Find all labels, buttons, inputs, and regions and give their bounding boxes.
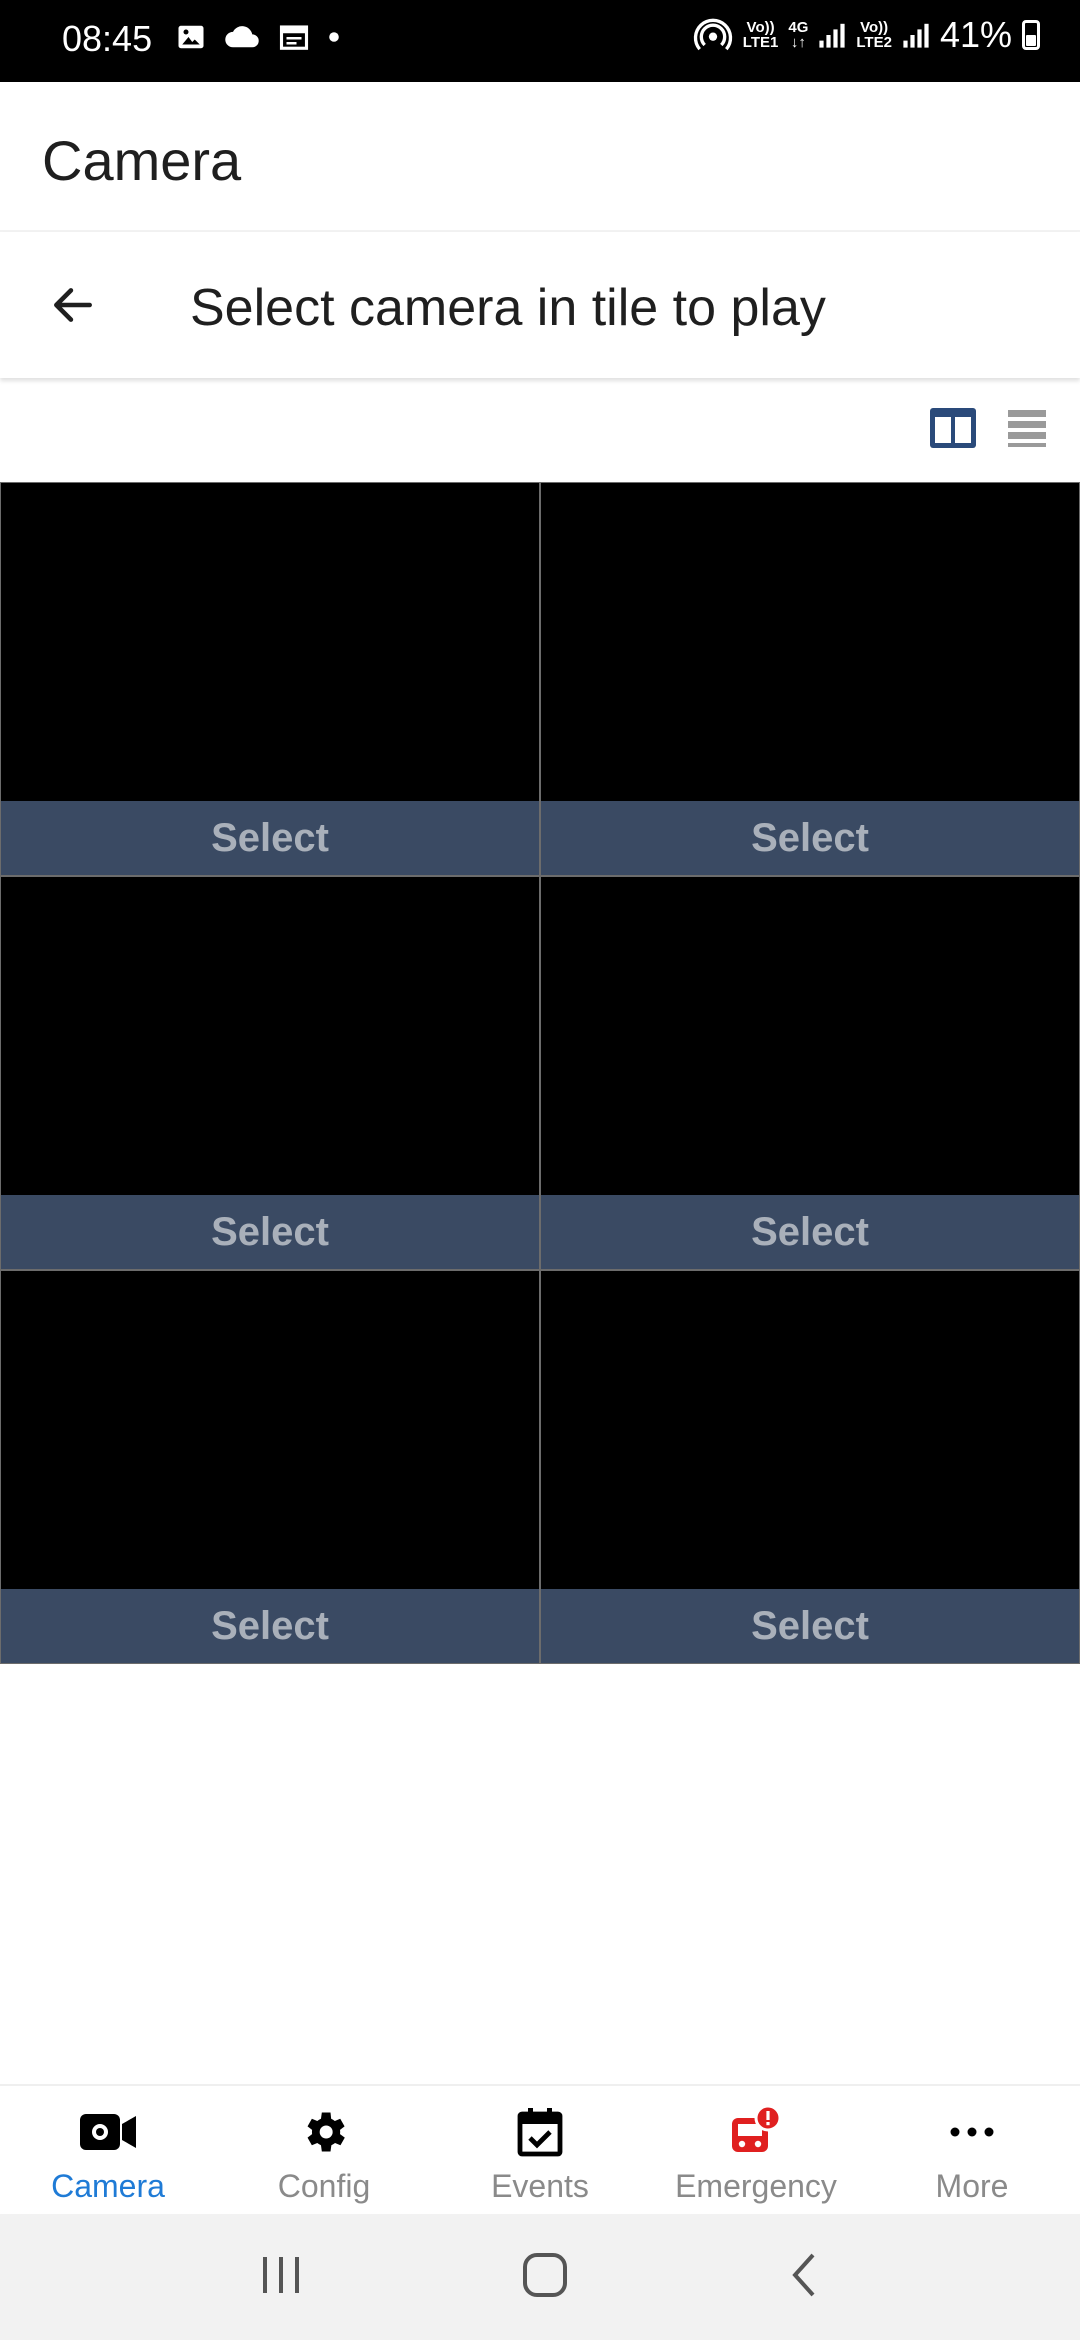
camera-tile[interactable]: Select [0,876,540,1270]
cloud-icon [225,26,259,48]
tile-select-button[interactable]: Select [1,1589,539,1663]
sim1-label: Vo)) LTE1 [742,19,779,51]
tile-select-button[interactable]: Select [1,1195,539,1269]
system-nav [0,2214,1080,2340]
recents-icon [263,2256,299,2293]
app-title-bar: Camera [0,82,1080,232]
signal-icon-2 [903,23,929,48]
nav-label: Config [277,2168,371,2204]
camera-tile[interactable]: Select [540,1270,1080,1664]
tile-video-area[interactable] [541,483,1079,801]
network-type: 4G ↓↑ [788,19,809,51]
view-toggles [928,405,1052,451]
nav-emergency[interactable]: Emergency [648,2086,864,2214]
nav-more[interactable]: More [864,2086,1080,2214]
home-button[interactable] [521,2251,569,2304]
status-right: Vo)) LTE1 4G ↓↑ Vo)) LTE2 41% [693,14,1040,56]
more-dots-icon [950,2127,994,2137]
list-view-icon [1008,410,1046,447]
emergency-train-icon [732,2104,782,2152]
camera-tile-grid: Select Select Select Select Select Selec… [0,482,1080,1664]
gallery-icon [178,25,204,49]
camera-tile[interactable]: Select [0,1270,540,1664]
nav-label: Emergency [675,2168,837,2204]
tile-video-area[interactable] [1,877,539,1195]
home-icon [523,2252,567,2297]
battery-icon [1022,20,1040,50]
arrow-left-icon [54,288,92,322]
nav-camera[interactable]: Camera [0,2086,216,2214]
calendar-icon [279,25,309,50]
status-left-icons [176,22,340,52]
tile-video-area[interactable] [1,1271,539,1589]
nav-events[interactable]: Events [432,2086,648,2214]
tile-video-area[interactable] [541,877,1079,1195]
nav-label: Events [491,2168,589,2204]
camera-tile[interactable]: Select [540,482,1080,876]
nav-config[interactable]: Config [216,2086,432,2214]
status-bar: 08:45 Vo)) LTE1 4G ↓↑ Vo)) LTE2 41% [0,0,1080,82]
status-time: 08:45 [62,18,153,59]
list-view-toggle[interactable] [1002,405,1052,451]
hotspot-icon [693,18,732,51]
tile-select-button[interactable]: Select [541,1195,1079,1269]
tile-video-area[interactable] [541,1271,1079,1589]
nav-label: More [935,2168,1009,2204]
notification-dot-icon [329,32,339,42]
camera-tile[interactable]: Select [0,482,540,876]
tile-select-button[interactable]: Select [541,801,1079,875]
nav-label: Camera [51,2168,165,2204]
camera-tile[interactable]: Select [540,876,1080,1270]
system-back-button[interactable] [787,2251,821,2304]
chevron-left-icon [792,2253,815,2296]
back-button[interactable] [40,272,106,338]
tile-select-button[interactable]: Select [541,1589,1079,1663]
tile-video-area[interactable] [1,483,539,801]
grid-view-icon [930,408,976,448]
signal-icon [819,23,845,48]
page-title: Select camera in tile to play [190,279,826,337]
battery-percent: 41% [939,14,1012,55]
page-header: Select camera in tile to play [0,232,1080,378]
sim2-label: Vo)) LTE2 [856,19,892,51]
grid-view-toggle[interactable] [928,405,978,451]
gear-icon [307,2112,345,2152]
camera-icon [80,2114,136,2150]
recents-button[interactable] [259,2255,303,2300]
calendar-check-icon [517,2108,563,2157]
bottom-nav: Camera Config Events Emergency More [0,2084,1080,2214]
tile-select-button[interactable]: Select [1,801,539,875]
app-title: Camera [42,129,242,192]
